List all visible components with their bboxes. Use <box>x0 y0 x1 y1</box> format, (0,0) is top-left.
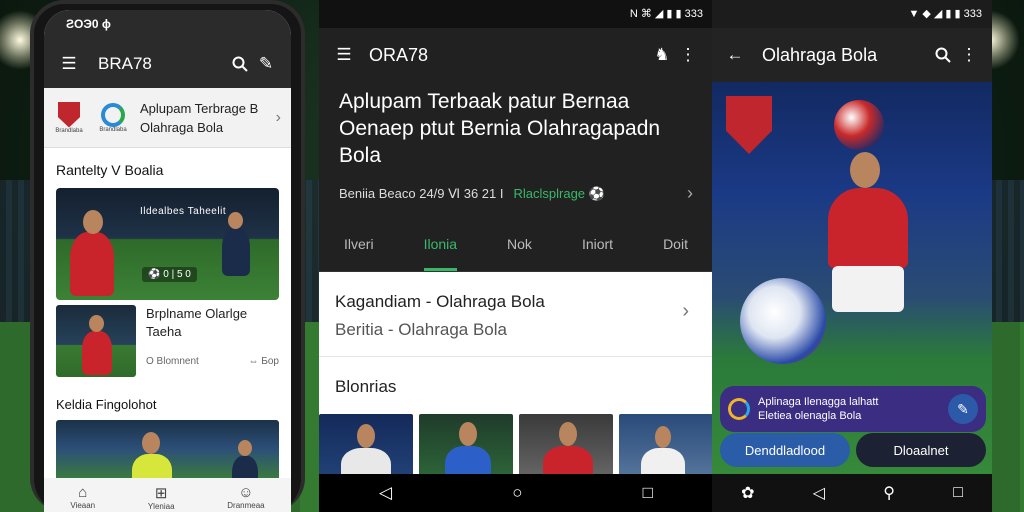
puzzle-icon[interactable]: ♞ <box>649 42 675 68</box>
search-icon[interactable] <box>930 42 956 68</box>
list-item[interactable]: Brplname Olarlge Taeha O Blomnent ⇔ Ƃop <box>56 305 279 381</box>
back-arrow-icon[interactable]: ← <box>722 42 748 68</box>
football <box>740 278 826 364</box>
action-buttons: Denddladlood Dloaalnet <box>720 433 986 467</box>
app-bar: ← Olahraga Bola ⋮ <box>712 28 992 82</box>
download-button[interactable]: Denddladlood <box>720 433 850 467</box>
banner-title: Aplupam Terbrage B <box>140 100 259 116</box>
bottom-navigation: ⌂ Vieaan ⊞ Yleniaa ☺ Dranmeaa <box>44 478 291 512</box>
more-vertical-icon[interactable]: ⋮ <box>956 42 982 68</box>
list-item[interactable]: Kagandiam - Olahraga Bola Beritia - Olah… <box>319 272 713 356</box>
player-body <box>828 188 908 268</box>
app-title: Olahraga Bola <box>762 44 878 65</box>
app-bar: ☰ ORA78 ♞ ⋮ <box>319 28 713 82</box>
tab-4[interactable]: Doit <box>663 228 688 271</box>
home-icon[interactable]: ○ <box>512 483 522 503</box>
item-time: O Blomnent <box>146 356 199 367</box>
recents-icon[interactable]: □ <box>953 484 963 502</box>
app-logo <box>728 398 750 420</box>
tab-3[interactable]: Iniort <box>582 228 613 271</box>
tab-bar: Ilveri Ilonia Nok Iniort Doit <box>319 228 713 272</box>
tab-0[interactable]: Ilveri <box>344 228 374 271</box>
status-bar: N ⌘ ◢ ▮ ▮ 333 <box>319 0 713 28</box>
notification-icon[interactable]: ✎ <box>253 51 279 77</box>
chevron-right-icon: › <box>275 108 281 126</box>
info-title: Aplinaga Ilenagga lalhatt <box>758 396 879 408</box>
featured-banner[interactable]: Brandlaba Brandlaba Aplupam Terbrage B O… <box>44 88 291 148</box>
match-score: ⚽ 0 | 5 0 <box>142 267 197 282</box>
chevron-right-icon[interactable]: › <box>687 183 693 204</box>
back-icon[interactable]: ◁ <box>813 483 825 503</box>
club-crest <box>726 96 772 154</box>
list-item-subtitle: Beritia - Olahraga Bola <box>335 320 507 339</box>
section-title: Rantelty V Boalia <box>56 162 164 178</box>
phone-left-screen: ƧOЭ0 ϕ ☰ BRA78 ✎ Brandlaba Brandlaba Apl… <box>44 10 291 512</box>
match-card-title: Ildealbes Taheelit <box>140 206 227 217</box>
article-meta: Beniia Beaco 24/9 Ⅵ 36 21 I Rlaclsplrage… <box>319 169 713 204</box>
secondary-button[interactable]: Dloaalnet <box>856 433 986 467</box>
article-headline: Aplupam Terbaak patur Bernaa Oenaep ptut… <box>339 90 661 167</box>
person-icon: ☺ <box>238 484 254 501</box>
back-icon[interactable]: ◁ <box>379 483 392 503</box>
football <box>834 100 884 150</box>
item-meta: ⇔ Ƃop <box>248 356 279 367</box>
edit-icon[interactable]: ✎ <box>948 394 978 424</box>
nav-home[interactable]: ⌂ Vieaan <box>70 484 95 510</box>
app-info-banner[interactable]: Aplinaga Ilenagga lalhatt Eletiea olenag… <box>720 386 986 432</box>
nav-grid[interactable]: ⊞ Yleniaa <box>148 484 175 511</box>
system-navigation: ✿ ◁ ⚲ □ <box>712 474 992 512</box>
article-category[interactable]: Rlaclsplrage ⚽ <box>514 186 605 202</box>
status-bar: ▼ ◆ ◢ ▮ ▮ 333 <box>712 0 992 28</box>
app-title: ORA78 <box>369 44 429 65</box>
item-title-2: Taeha <box>146 324 182 339</box>
player-head <box>850 152 880 188</box>
menu-icon[interactable]: ☰ <box>56 51 82 77</box>
stadium-background: ƧOЭ0 ϕ ☰ BRA78 ✎ Brandlaba Brandlaba Apl… <box>0 0 1024 512</box>
status-bar: ƧOЭ0 ϕ <box>44 10 291 40</box>
chevron-right-icon: › <box>682 300 689 322</box>
match-card[interactable] <box>56 420 279 484</box>
phone-middle: N ⌘ ◢ ▮ ▮ 333 ☰ ORA78 ♞ ⋮ Aplupam Terbaa… <box>319 0 713 512</box>
brand-logo-ring: Brandlaba <box>94 94 132 142</box>
search-icon[interactable] <box>227 51 253 77</box>
article-date: Beniia Beaco 24/9 Ⅵ 36 21 I <box>339 185 504 201</box>
more-vertical-icon[interactable]: ⋮ <box>675 42 701 68</box>
phone-left: ƧOЭ0 ϕ ☰ BRA78 ✎ Brandlaba Brandlaba Apl… <box>30 0 305 512</box>
section-title: Keldia Fingolohot <box>56 397 157 412</box>
banner-text: Aplupam Terbrage B Olahraga Bola <box>140 99 276 137</box>
app-bar: ☰ BRA78 ✎ <box>44 40 291 88</box>
info-subtitle: Eletiea olenagla Bola <box>758 410 862 422</box>
section-title: Blonrias <box>319 356 713 414</box>
status-time: ƧOЭ0 ϕ <box>66 17 111 31</box>
item-thumbnail <box>56 305 136 377</box>
menu-icon[interactable]: ☰ <box>331 42 357 68</box>
search-icon[interactable]: ⚲ <box>883 483 895 503</box>
phone-right: ▼ ◆ ◢ ▮ ▮ 333 ← Olahraga Bola ⋮ Aplinaga… <box>712 0 992 512</box>
stadium-stand <box>990 180 1024 340</box>
tab-2[interactable]: Nok <box>507 228 532 271</box>
home-icon: ⌂ <box>78 484 88 501</box>
player-image <box>222 228 250 276</box>
list-item-title: Kagandiam - Olahraga Bola <box>335 292 545 311</box>
flower-icon[interactable]: ✿ <box>741 483 754 503</box>
nav-profile[interactable]: ☺ Dranmeaa <box>227 484 264 510</box>
brand-logo-shield: Brandlaba <box>50 94 88 142</box>
app-title: BRA78 <box>98 54 152 73</box>
banner-subtitle: Olahraga Bola <box>140 119 224 135</box>
tab-1[interactable]: Ilonia <box>423 228 458 271</box>
item-text: Brplname Olarlge Taeha O Blomnent ⇔ Ƃop <box>136 305 279 381</box>
recents-icon[interactable]: □ <box>643 483 653 503</box>
grid-icon: ⊞ <box>154 485 168 502</box>
match-card[interactable]: Ildealbes Taheelit ⚽ 0 | 5 0 <box>56 188 279 300</box>
system-navigation: ◁ ○ □ <box>319 474 713 512</box>
player-image <box>70 232 114 296</box>
item-title: Brplname Olarlge <box>146 306 248 321</box>
